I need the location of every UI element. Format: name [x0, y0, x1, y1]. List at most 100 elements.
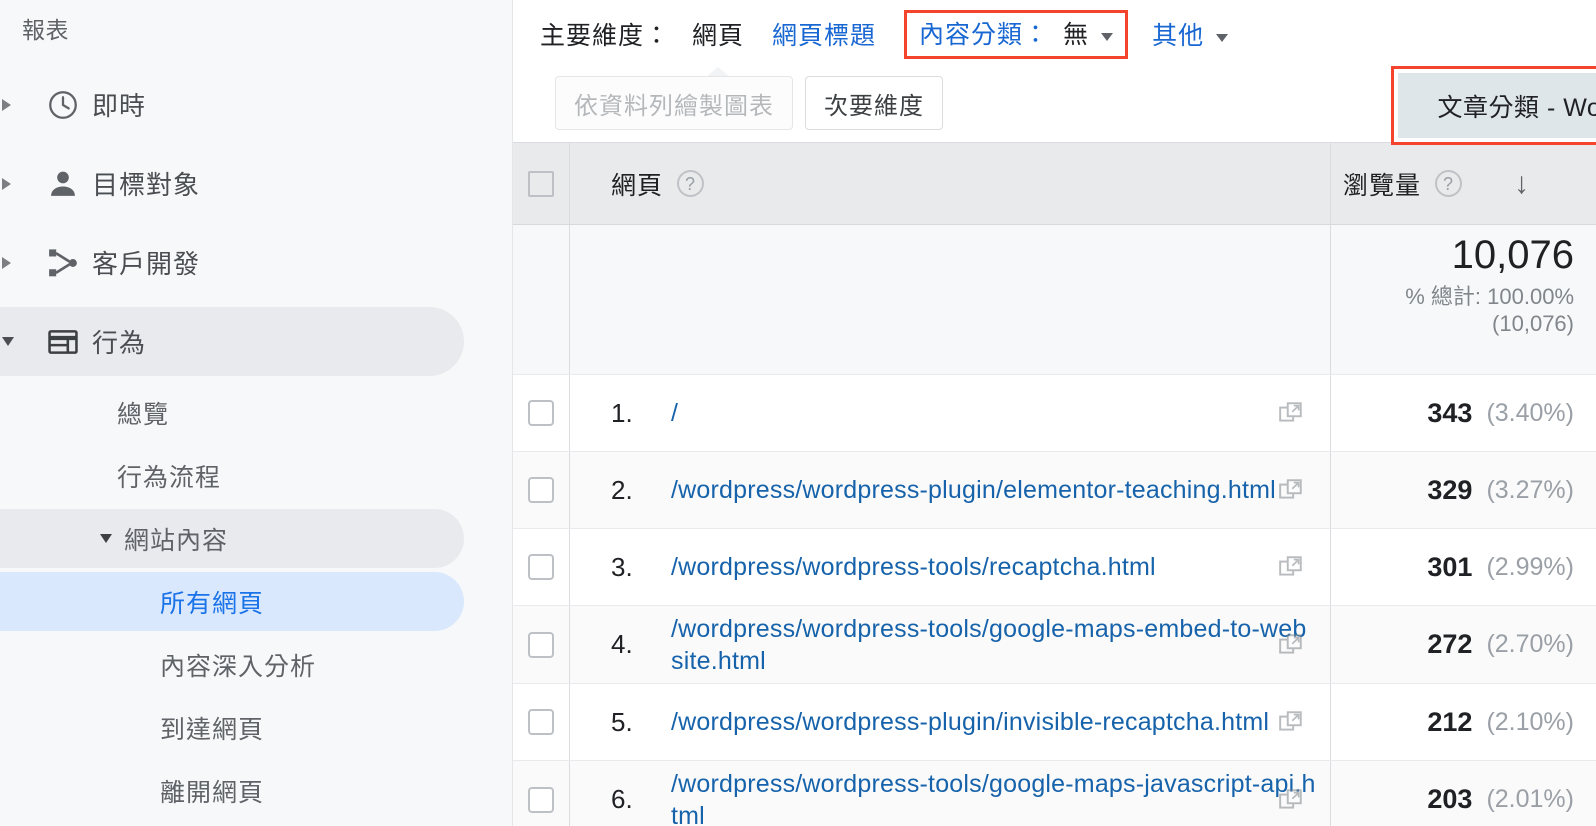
chevron-right-icon[interactable] [0, 98, 34, 111]
sidebar-item-realtime[interactable]: 即時 [0, 65, 512, 144]
sidebar-subgroup-site-content[interactable]: 網站內容 [0, 507, 512, 570]
sidebar-subitem-label: 到達網頁 [160, 715, 265, 744]
column-header-page[interactable]: 網頁 ? [570, 143, 1330, 224]
table-row: 1. / 343 (3.40%) [513, 375, 1596, 452]
row-page-cell: 1. / [570, 375, 1330, 451]
row-index: 1. [611, 397, 633, 428]
row-page-link[interactable]: /wordpress/wordpress-plugin/elementor-te… [671, 474, 1276, 506]
open-in-new-window-icon[interactable] [1278, 477, 1304, 503]
row-page-cell: 3. /wordpress/wordpress-tools/recaptcha.… [570, 529, 1330, 605]
row-index: 3. [611, 551, 633, 582]
content-grouping-value: 無 [1063, 20, 1090, 49]
row-checkbox[interactable] [528, 554, 554, 580]
row-select-cell[interactable] [513, 606, 570, 683]
table-row: 5. /wordpress/wordpress-plugin/invisible… [513, 684, 1596, 761]
row-page-link[interactable]: /wordpress/wordpress-tools/google-maps-e… [671, 613, 1316, 677]
totals-value: 10,076 [1451, 233, 1574, 277]
row-metric-value: 203 [1427, 784, 1473, 814]
sidebar-subitem-label: 內容深入分析 [160, 652, 317, 681]
sidebar-subitem-behavior-flow[interactable]: 行為流程 [0, 444, 512, 507]
sidebar-subitem-pill [0, 446, 464, 505]
sidebar-subitem-label: 行為流程 [117, 463, 222, 492]
row-metric-percent: (2.10%) [1486, 707, 1574, 736]
chevron-down-icon [1216, 34, 1229, 42]
help-icon[interactable]: ? [1435, 170, 1463, 197]
row-metric-percent: (2.99%) [1486, 552, 1574, 581]
sidebar-sub-nav: 總覽 行為流程 網站內容 所有網頁 內容深入分析 到達網頁 離開網頁 [0, 381, 512, 822]
open-in-new-window-icon[interactable] [1278, 709, 1304, 735]
row-page-link[interactable]: /wordpress/wordpress-plugin/invisible-re… [671, 706, 1269, 738]
plot-rows-button[interactable]: 依資料列繪製圖表 [555, 76, 793, 130]
select-all-checkbox[interactable] [528, 170, 554, 197]
chevron-right-icon[interactable] [0, 177, 34, 190]
row-metric-value: 301 [1427, 551, 1473, 582]
row-select-cell[interactable] [513, 375, 570, 451]
row-metric-cell: 343 (3.40%) [1330, 375, 1596, 451]
table-header-row: 網頁 ? 瀏覽量 ? ↓ [513, 143, 1596, 225]
sidebar-subitem-label: 總覽 [117, 400, 170, 429]
content-grouping-label: 內容分類： [919, 20, 1050, 49]
row-checkbox[interactable] [528, 786, 554, 813]
open-in-new-window-icon[interactable] [1278, 554, 1304, 580]
help-icon[interactable]: ? [677, 170, 705, 197]
open-in-new-window-icon[interactable] [1278, 400, 1304, 426]
row-checkbox[interactable] [528, 709, 554, 735]
sidebar-item-acquisition[interactable]: 客戶開發 [0, 223, 512, 302]
sidebar-item-label: 即時 [92, 91, 147, 121]
sidebar-subitem-all-pages[interactable]: 所有網頁 [0, 570, 512, 633]
row-metric-percent: (3.27%) [1486, 475, 1574, 504]
chevron-down-icon[interactable] [0, 337, 34, 346]
primary-dimension-label: 主要維度： [540, 22, 671, 50]
row-metric-cell: 301 (2.99%) [1330, 529, 1596, 605]
sidebar-item-audience[interactable]: 目標對象 [0, 144, 512, 223]
chevron-down-icon[interactable] [100, 534, 112, 543]
dimension-tab-page-title[interactable]: 網頁標題 [772, 16, 876, 52]
row-page-link[interactable]: / [671, 397, 678, 429]
sidebar-subitem-landing-pages[interactable]: 到達網頁 [0, 696, 512, 759]
other-dimension-dropdown[interactable]: 其他 [1152, 16, 1229, 52]
row-select-cell[interactable] [513, 529, 570, 605]
select-all-cell[interactable] [513, 143, 570, 224]
column-header-pageviews[interactable]: 瀏覽量 ? ↓ [1330, 143, 1596, 224]
table-row: 2. /wordpress/wordpress-plugin/elementor… [513, 452, 1596, 529]
row-metric-value: 212 [1427, 706, 1473, 737]
open-in-new-window-icon[interactable] [1278, 787, 1304, 813]
row-select-cell[interactable] [513, 684, 570, 760]
row-page-link[interactable]: /wordpress/wordpress-tools/google-maps-j… [671, 768, 1316, 826]
chevron-right-icon[interactable] [0, 256, 34, 269]
totals-page-cell [570, 225, 1330, 374]
dropdown-option-article-category[interactable]: 文章分類 - WordPress 教學 (內容群組) [1398, 73, 1596, 138]
row-page-cell: 6. /wordpress/wordpress-tools/google-map… [570, 761, 1330, 826]
sidebar-subitem-label: 離開網頁 [160, 778, 265, 807]
row-select-cell[interactable] [513, 452, 570, 528]
row-checkbox[interactable] [528, 477, 554, 503]
analytics-page: 報表 即時 目標對象 客戶開發 行為 總覽 行為流程 網站內容 所有網頁 內容深… [0, 0, 1596, 826]
row-index: 2. [611, 474, 633, 505]
sidebar-item-label: 行為 [92, 328, 147, 358]
arrow-down-icon[interactable]: ↓ [1514, 168, 1530, 199]
sidebar-subitem-exit-pages[interactable]: 離開網頁 [0, 759, 512, 822]
sidebar-item-behavior[interactable]: 行為 [0, 302, 512, 381]
person-icon [34, 167, 92, 201]
open-in-new-window-icon[interactable] [1278, 632, 1304, 658]
row-metric-cell: 329 (3.27%) [1330, 452, 1596, 528]
sidebar-subitem-overview[interactable]: 總覽 [0, 381, 512, 444]
totals-check-cell [513, 225, 570, 374]
totals-percent-label: % 總計: 100.00% [1405, 283, 1574, 309]
secondary-dimension-button[interactable]: 次要維度 [805, 76, 943, 130]
row-metric-percent: (2.01%) [1486, 785, 1574, 813]
sidebar-top-nav: 即時 目標對象 客戶開發 行為 [0, 65, 512, 381]
sidebar-subitem-content-drilldown[interactable]: 內容深入分析 [0, 633, 512, 696]
row-metric-value: 343 [1427, 397, 1473, 428]
sidebar-heading: 報表 [22, 17, 69, 43]
dimension-tab-page[interactable]: 網頁 [692, 16, 744, 52]
row-page-link[interactable]: /wordpress/wordpress-tools/recaptcha.htm… [671, 551, 1156, 583]
row-checkbox[interactable] [528, 631, 554, 658]
row-select-cell[interactable] [513, 761, 570, 826]
row-checkbox[interactable] [528, 400, 554, 426]
row-index: 4. [611, 629, 633, 659]
primary-dimension-bar: 主要維度： 網頁 網頁標題 內容分類： 無 其他 [513, 0, 1596, 68]
totals-metric-cell: 10,076 % 總計: 100.00% (10,076) [1330, 225, 1596, 374]
content-grouping-dropdown[interactable]: 內容分類： 無 [904, 9, 1129, 59]
chevron-down-icon [1101, 32, 1114, 41]
